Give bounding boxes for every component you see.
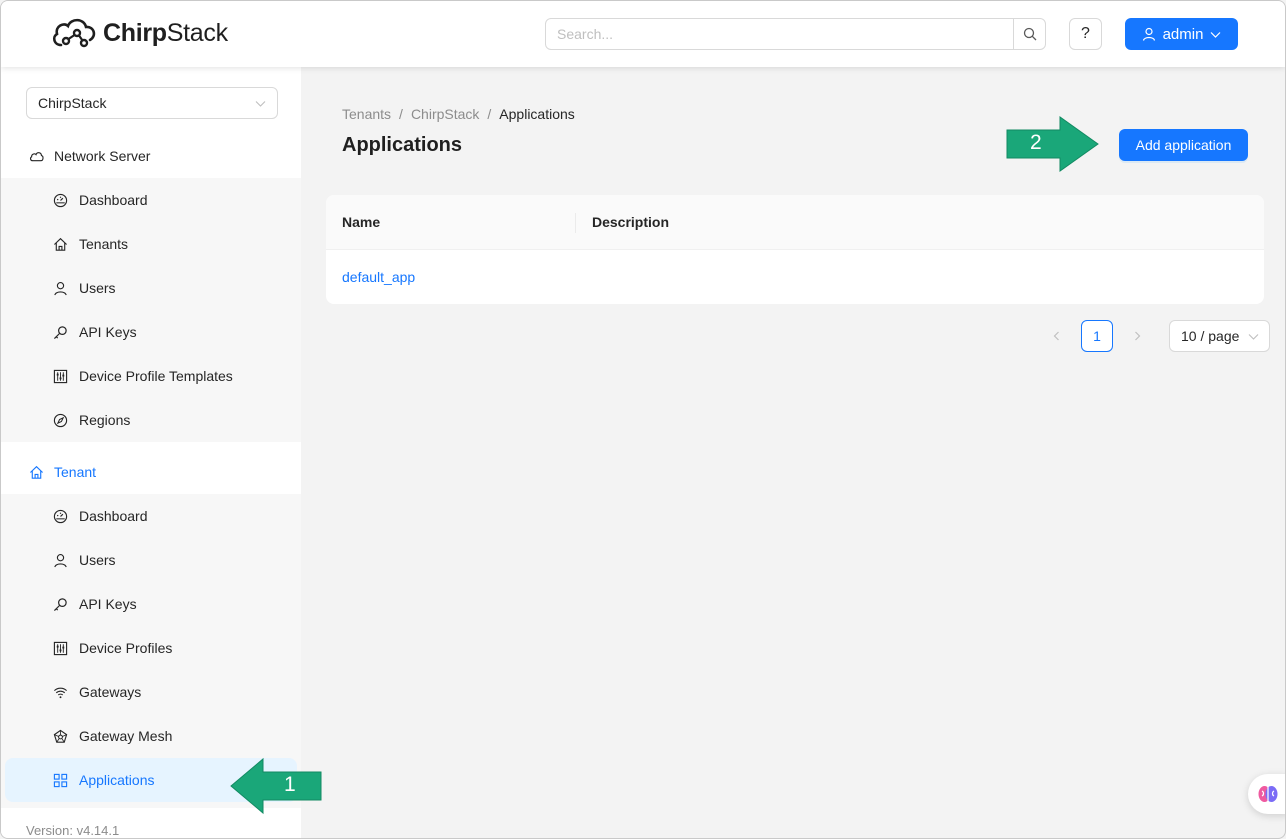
dashboard-icon (53, 509, 68, 524)
cloud-icon (29, 151, 44, 161)
sidebar-item-label: API Keys (79, 324, 137, 340)
user-icon (1142, 27, 1155, 41)
user-menu-button[interactable]: admin (1125, 18, 1238, 50)
sidebar-item-label: Device Profiles (79, 640, 173, 656)
key-icon (53, 325, 68, 340)
next-page-button[interactable] (1121, 320, 1153, 352)
tenant-select-value: ChirpStack (38, 95, 107, 111)
brand-name: ChirpStack (103, 18, 228, 47)
sidebar-item-label: Gateways (79, 684, 142, 700)
sidebar-item-label: Applications (79, 772, 155, 788)
sidebar-item-label: API Keys (79, 596, 137, 612)
appstore-icon (53, 773, 68, 788)
sidebar-item-label: Dashboard (79, 192, 148, 208)
application-description (576, 250, 592, 304)
breadcrumb-separator: / (487, 106, 492, 122)
sidebar-group-network-server[interactable]: Network Server (1, 134, 301, 178)
chevron-down-icon (1210, 31, 1221, 38)
sidebar-group-tenant[interactable]: Tenant (1, 450, 301, 494)
annotation-arrow-1: 1 (229, 757, 324, 815)
column-header-description: Description (592, 214, 670, 230)
sidebar-item-label: Dashboard (79, 508, 148, 524)
search-input[interactable] (546, 19, 1013, 49)
table-row: default_app (326, 250, 1264, 304)
search-icon (1023, 27, 1036, 41)
sidebar-item-ns-users[interactable]: Users (1, 266, 301, 310)
page-number-button[interactable]: 1 (1081, 320, 1113, 352)
breadcrumb-tenants[interactable]: Tenants (342, 106, 391, 122)
global-search (545, 18, 1046, 50)
arrow-left-icon (230, 757, 322, 815)
table-header: Name Description (326, 195, 1264, 250)
sidebar-item-ns-api-keys[interactable]: API Keys (1, 310, 301, 354)
sidebar-item-label: Users (79, 280, 116, 296)
sidebar-item-label: Tenants (79, 236, 129, 252)
home-icon (30, 465, 43, 479)
sidebar-group-label: Tenant (54, 464, 97, 480)
page-size-value: 10 / page (1181, 328, 1240, 344)
annotation-number: 2 (1030, 131, 1042, 154)
sidebar-item-label: Regions (79, 412, 131, 428)
sidebar-item-ns-dashboard[interactable]: Dashboard (1, 178, 301, 222)
tenant-select[interactable]: ChirpStack (26, 87, 278, 119)
chevron-down-icon (1248, 333, 1259, 340)
sidebar-item-label: Gateway Mesh (79, 728, 173, 744)
version-text: Version: v4.14.1 (26, 823, 120, 838)
app-window: ChirpStack ? admin ChirpStack Network Se… (0, 0, 1286, 839)
user-name: admin (1162, 25, 1204, 43)
chirpstack-logo[interactable]: ChirpStack (51, 15, 228, 51)
column-header-name: Name (326, 195, 576, 249)
sidebar-item-label: Device Profile Templates (79, 368, 233, 384)
sidebar-item-tenant-users[interactable]: Users (1, 538, 301, 582)
top-header: ChirpStack ? admin (1, 1, 1285, 67)
chevron-left-icon (1053, 331, 1059, 341)
chirpstack-logo-icon (52, 18, 96, 48)
floating-assistant-button[interactable] (1248, 774, 1285, 814)
wifi-icon (53, 685, 68, 700)
applications-table: Name Description default_app (326, 195, 1264, 304)
home-icon (53, 237, 68, 252)
help-button[interactable]: ? (1069, 18, 1102, 50)
page-title: Applications (342, 134, 463, 156)
sidebar-item-tenant-dashboard[interactable]: Dashboard (1, 494, 301, 538)
mesh-icon (53, 729, 68, 744)
user-icon (53, 281, 68, 296)
sidebar-item-ns-regions[interactable]: Regions (1, 398, 301, 442)
sidebar-item-tenant-gateway-mesh[interactable]: Gateway Mesh (1, 714, 301, 758)
sidebar-item-ns-tenants[interactable]: Tenants (1, 222, 301, 266)
page-size-select[interactable]: 10 / page (1169, 320, 1270, 352)
network-server-submenu: Dashboard Tenants Users API Keys Device … (1, 178, 301, 442)
sliders-icon (53, 641, 68, 656)
sidebar-item-tenant-device-profiles[interactable]: Device Profiles (1, 626, 301, 670)
breadcrumb-applications: Applications (499, 106, 575, 122)
sidebar-item-label: Users (79, 552, 116, 568)
compass-icon (53, 413, 68, 428)
breadcrumb-chirpstack[interactable]: ChirpStack (411, 106, 479, 122)
prev-page-button[interactable] (1041, 320, 1073, 352)
chevron-down-icon (255, 100, 266, 107)
sidebar-item-tenant-gateways[interactable]: Gateways (1, 670, 301, 714)
breadcrumb: Tenants / ChirpStack / Applications (342, 106, 575, 122)
dashboard-icon (53, 193, 68, 208)
main-content: Tenants / ChirpStack / Applications Appl… (301, 67, 1285, 838)
chevron-right-icon (1135, 331, 1141, 341)
annotation-number: 1 (284, 773, 296, 796)
brain-icon (1258, 786, 1278, 802)
arrow-right-icon (1006, 116, 1099, 172)
sidebar-item-tenant-api-keys[interactable]: API Keys (1, 582, 301, 626)
sliders-icon (53, 369, 68, 384)
search-button[interactable] (1013, 19, 1045, 49)
sidebar-item-ns-device-profile-templates[interactable]: Device Profile Templates (1, 354, 301, 398)
user-icon (53, 553, 68, 568)
breadcrumb-separator: / (399, 106, 403, 122)
key-icon (53, 597, 68, 612)
add-application-button[interactable]: Add application (1119, 129, 1248, 161)
sidebar: ChirpStack Network Server Dashboard Tena… (1, 67, 301, 838)
application-name-link[interactable]: default_app (326, 250, 576, 304)
sidebar-group-label: Network Server (54, 148, 151, 164)
pagination: 1 10 / page (1041, 320, 1270, 352)
annotation-arrow-2: 2 (1005, 115, 1100, 173)
